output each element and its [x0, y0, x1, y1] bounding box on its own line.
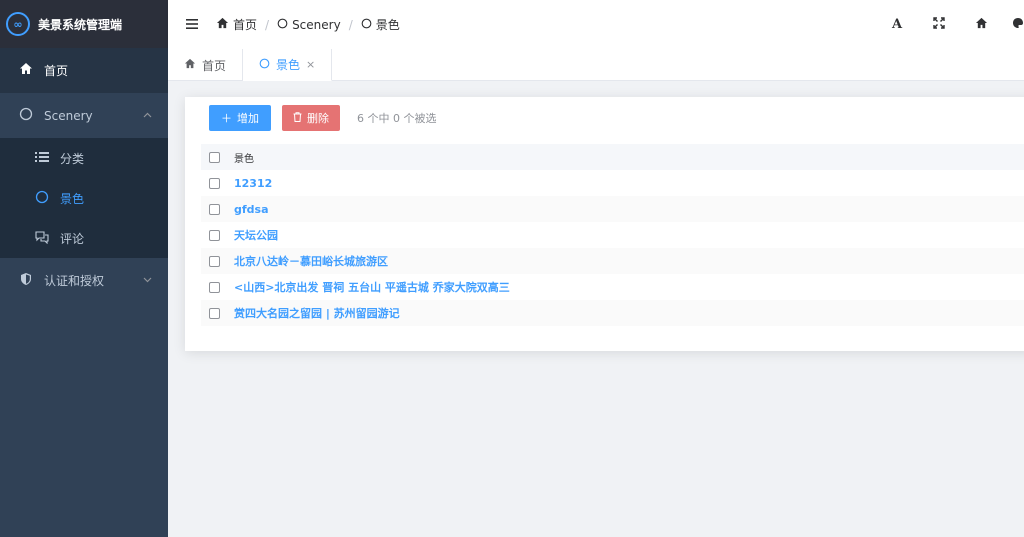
row-checkbox[interactable]: [209, 255, 220, 267]
trash-icon: [293, 111, 302, 125]
home-icon: [18, 62, 34, 79]
chevron-up-icon: [143, 110, 152, 121]
sidebar-item-auth[interactable]: 认证和授权: [0, 258, 168, 303]
breadcrumb-item-scenery[interactable]: Scenery: [292, 18, 341, 32]
breadcrumb: 首页 / Scenery / 景色: [216, 16, 400, 33]
hamburger-icon[interactable]: [186, 17, 198, 33]
list-icon: [34, 151, 50, 166]
scenery-link[interactable]: gfdsa: [234, 203, 269, 216]
row-checkbox[interactable]: [209, 177, 220, 189]
column-header-scenery[interactable]: 景色: [234, 150, 254, 165]
font-size-button[interactable]: A: [876, 17, 918, 32]
table-row: 北京八达岭－慕田峪长城旅游区: [201, 248, 1024, 274]
palette-icon[interactable]: [1002, 17, 1024, 33]
sidebar-item-label: 评论: [60, 231, 85, 246]
row-checkbox[interactable]: [209, 203, 220, 215]
tab-label: 景色: [276, 58, 301, 72]
table-row: 赏四大名园之留园 | 苏州留园游记: [201, 300, 1024, 326]
circle-icon: [18, 107, 34, 125]
sidebar-item-label: 景色: [60, 191, 85, 206]
submenu-scenery: 分类 景色 评论: [0, 138, 168, 258]
tab-label: 首页: [202, 58, 227, 73]
home-icon[interactable]: [960, 17, 1002, 33]
sidebar-item-label: Scenery: [44, 108, 93, 123]
sidebar: ∞ 美景系统管理端 首页 Scenery 分类 景色 评论 认证和授权: [0, 0, 168, 537]
delete-button-label: 删除: [307, 112, 329, 125]
sidebar-item-label: 首页: [44, 64, 69, 78]
selection-count: 6 个中 0 个被选: [357, 112, 437, 125]
table-row: 12312: [201, 170, 1024, 196]
content-card: ＋ 增加 删除 6 个中 0 个被选 景色 12312 gfdsa 天坛公园 北…: [185, 97, 1024, 351]
row-checkbox[interactable]: [209, 281, 220, 293]
sidebar-item-comments[interactable]: 评论: [0, 218, 168, 258]
circle-icon: [361, 18, 372, 32]
navbar: 首页 / Scenery / 景色 A: [168, 0, 1024, 49]
fullscreen-icon[interactable]: [918, 16, 960, 33]
sidebar-item-home[interactable]: 首页: [0, 48, 168, 93]
scenery-link[interactable]: 赏四大名园之留园 | 苏州留园游记: [234, 305, 400, 321]
breadcrumb-separator: /: [348, 17, 353, 32]
table-row: 天坛公园: [201, 222, 1024, 248]
tags-view: 首页 景色 ×: [168, 49, 1024, 81]
circle-icon: [259, 58, 270, 72]
toolbar: ＋ 增加 删除 6 个中 0 个被选: [209, 105, 437, 131]
delete-button[interactable]: 删除: [282, 105, 340, 131]
scenery-table: 景色 12312 gfdsa 天坛公园 北京八达岭－慕田峪长城旅游区 <山西>北…: [201, 144, 1024, 326]
add-button-label: 增加: [237, 112, 259, 125]
sidebar-item-scenery-view[interactable]: 景色: [0, 178, 168, 218]
breadcrumb-separator: /: [265, 17, 270, 32]
scenery-link[interactable]: 12312: [234, 177, 272, 190]
row-checkbox[interactable]: [209, 229, 220, 241]
row-checkbox[interactable]: [209, 307, 220, 319]
sidebar-item-label: 分类: [60, 151, 85, 166]
add-button[interactable]: ＋ 增加: [209, 105, 271, 131]
tab-home[interactable]: 首页: [168, 49, 244, 81]
circle-icon: [34, 190, 50, 207]
table-header: 景色: [201, 144, 1024, 170]
sidebar-item-category[interactable]: 分类: [0, 138, 168, 178]
sidebar-item-scenery[interactable]: Scenery: [0, 93, 168, 138]
scenery-link[interactable]: 北京八达岭－慕田峪长城旅游区: [234, 253, 388, 269]
close-icon[interactable]: ×: [306, 58, 315, 71]
home-icon: [184, 58, 196, 72]
chevron-down-icon: [143, 275, 152, 286]
circle-icon: [277, 18, 288, 32]
infinity-logo-icon: ∞: [6, 12, 30, 36]
navbar-actions: A: [876, 0, 1024, 49]
logo[interactable]: ∞ 美景系统管理端: [0, 0, 168, 48]
comment-icon: [34, 230, 50, 247]
breadcrumb-item-current: 景色: [375, 18, 400, 32]
select-all-checkbox[interactable]: [209, 151, 220, 163]
scenery-link[interactable]: 天坛公园: [234, 227, 278, 243]
table-row: <山西>北京出发 晋祠 五台山 平遥古城 乔家大院双高三: [201, 274, 1024, 300]
app-title: 美景系统管理端: [38, 17, 123, 32]
scenery-link[interactable]: <山西>北京出发 晋祠 五台山 平遥古城 乔家大院双高三: [234, 279, 510, 295]
breadcrumb-item-home[interactable]: 首页: [233, 16, 257, 33]
tab-scenery[interactable]: 景色 ×: [243, 49, 333, 81]
main-content: ＋ 增加 删除 6 个中 0 个被选 景色 12312 gfdsa 天坛公园 北…: [168, 81, 1024, 537]
plus-icon: ＋: [221, 112, 232, 125]
home-icon: [216, 17, 229, 32]
sidebar-item-label: 认证和授权: [44, 274, 105, 288]
table-row: gfdsa: [201, 196, 1024, 222]
shield-icon: [18, 272, 34, 290]
